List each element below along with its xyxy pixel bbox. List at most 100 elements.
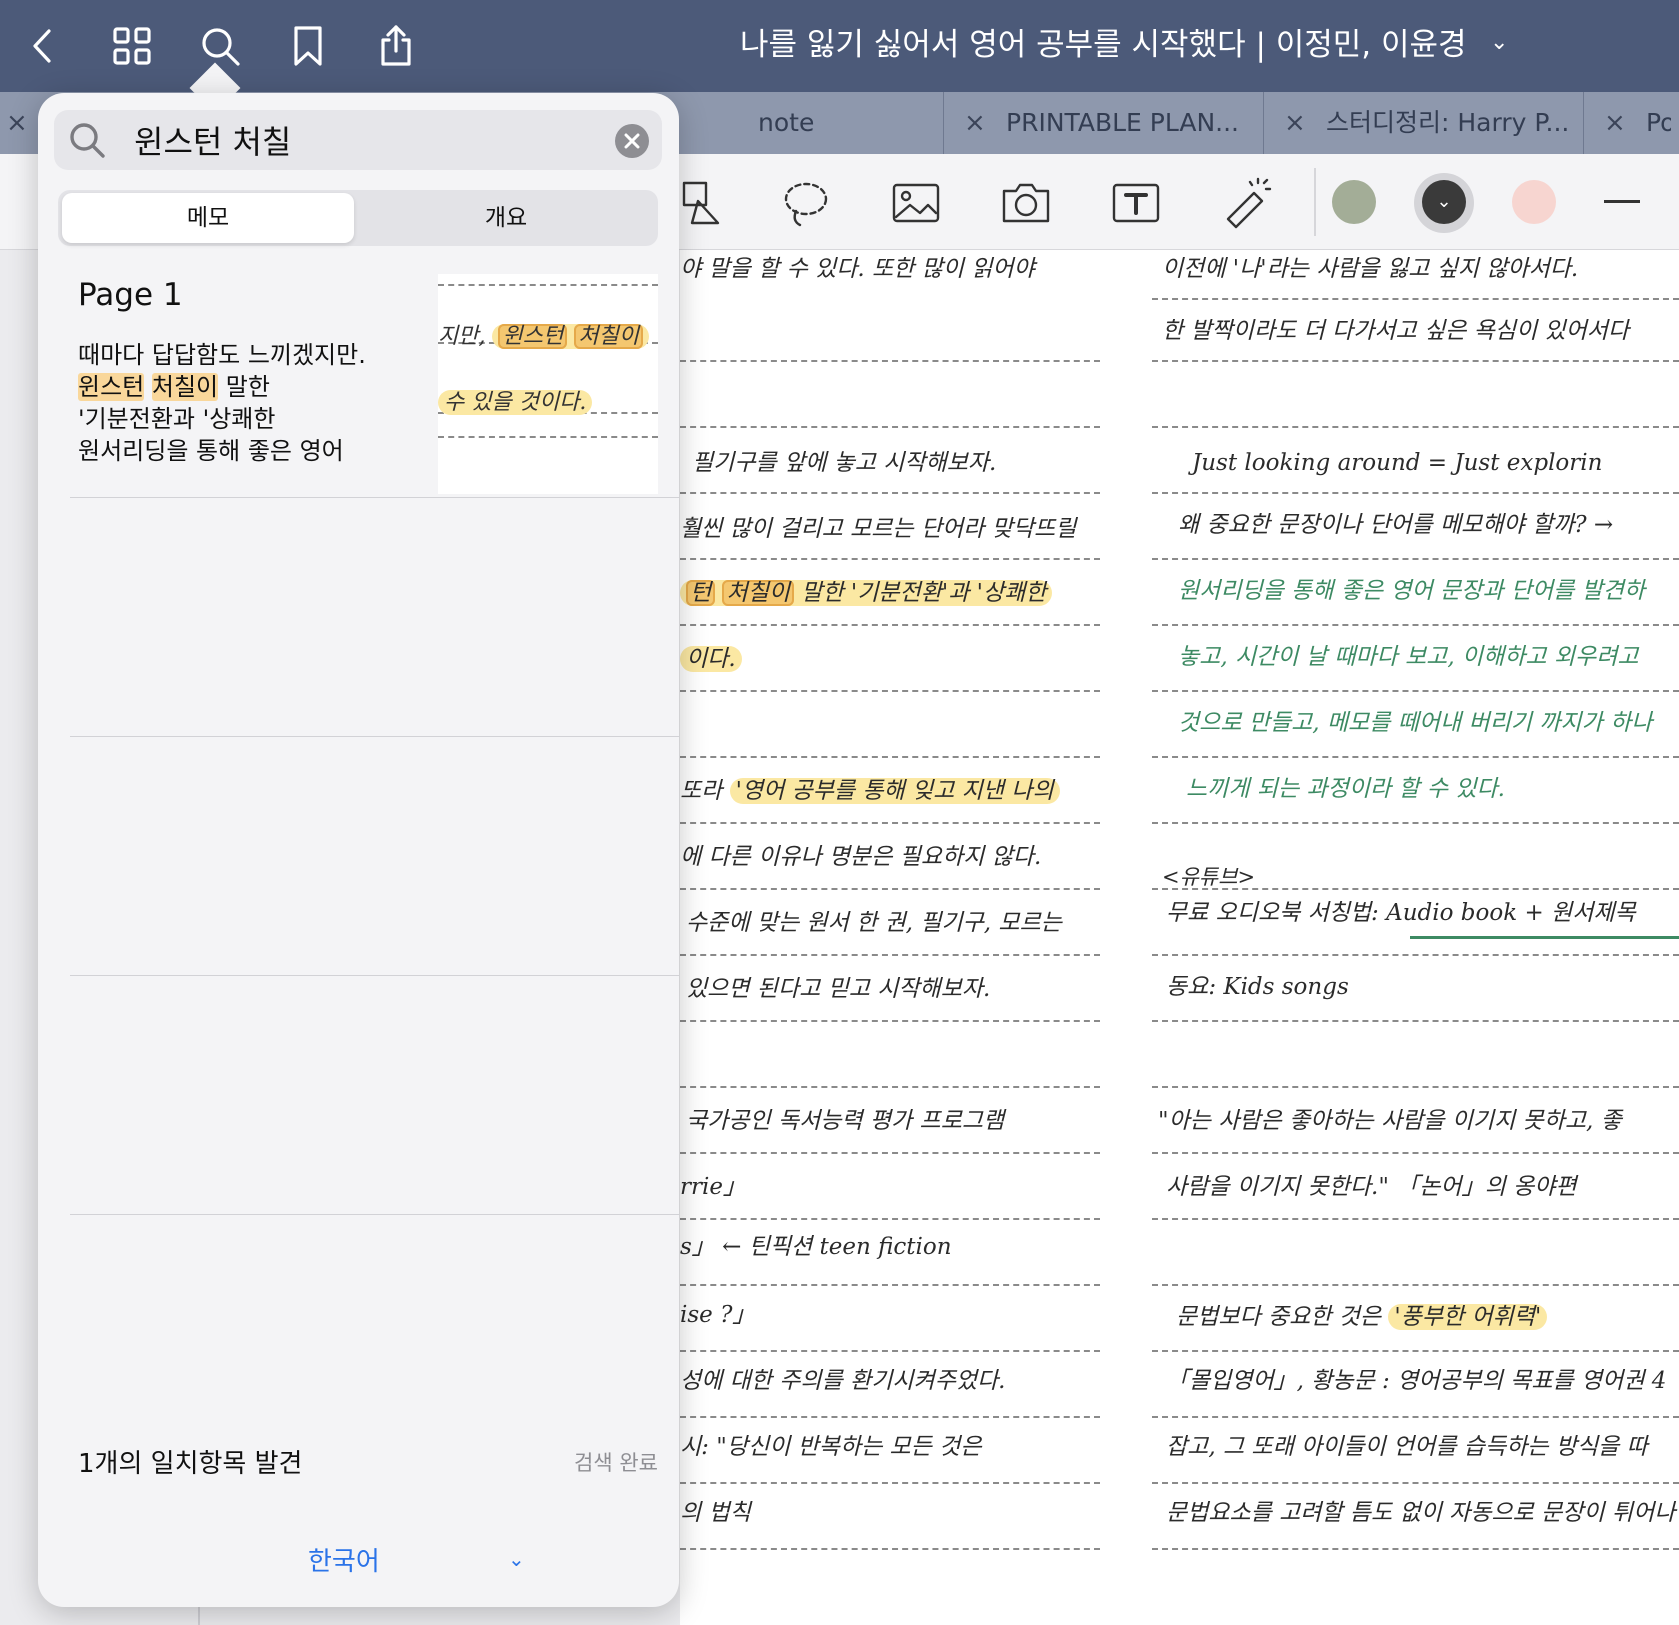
close-icon[interactable]: × — [1604, 92, 1626, 154]
tab-label: 스터디정리: Harry P... — [1326, 108, 1570, 137]
note-line: 왜 중요한 문장이나 단어를 메모해야 할까? → — [1178, 512, 1614, 538]
note-line: 시: "당신이 반복하는 모든 것은 — [680, 1434, 982, 1460]
note-line: 이전에 '나'라는 사람을 잃고 싶지 않아서다. — [1162, 256, 1579, 282]
note-line: 국가공인 독서능력 평가 프로그램 — [686, 1108, 1005, 1134]
snippet-line: 원서리딩을 통해 좋은 영어 — [78, 437, 344, 465]
camera-icon[interactable] — [994, 171, 1058, 235]
tab-printable-plan[interactable]: × PRINTABLE PLAN... — [943, 92, 1263, 154]
ruled-line — [1152, 1152, 1679, 1154]
back-icon[interactable] — [16, 18, 72, 74]
image-icon[interactable] — [884, 171, 948, 235]
ruled-line — [680, 1152, 1100, 1154]
note-text: 말한 '기분전환'과 '상쾌한 — [793, 580, 1047, 606]
note-line: 또라 '영어 공부를 통해 잊고 지낸 나의 — [680, 774, 1060, 808]
search-icon — [66, 119, 108, 161]
close-icon[interactable]: × — [6, 92, 28, 154]
highlight: 턴 — [686, 580, 716, 606]
ruled-line — [1152, 1218, 1679, 1220]
ruled-line — [1152, 298, 1679, 300]
ruled-line — [1152, 1482, 1679, 1484]
language-label: 한국어 — [308, 1547, 380, 1577]
note-line: rrie」 — [680, 1174, 746, 1200]
tab-label: note — [758, 108, 815, 137]
tab-por[interactable]: × Por — [1583, 92, 1679, 154]
snippet-line: 때마다 답답함도 느끼겠지만. — [78, 341, 366, 369]
ruled-line — [1152, 360, 1679, 362]
language-selector[interactable]: 한국어 ⌄ — [268, 1541, 578, 1581]
segmented-control: 메모 개요 — [58, 190, 658, 246]
text-box-icon[interactable] — [1104, 171, 1168, 235]
highlight: 윈스턴 — [498, 324, 568, 349]
tab-memo[interactable]: 메모 — [62, 193, 354, 243]
search-icon[interactable] — [192, 18, 248, 74]
grid-icon[interactable] — [104, 18, 160, 74]
thumb-line: 지만, 윈스턴 처칠이 — [438, 318, 649, 350]
color-swatch-sage[interactable] — [1332, 180, 1376, 224]
ruled-line — [680, 888, 1100, 890]
share-icon[interactable] — [368, 18, 424, 74]
tab-study-notes[interactable]: × 스터디정리: Harry P... — [1263, 92, 1583, 154]
result-page-title: Page 1 — [78, 277, 183, 313]
result-thumbnail: 지만, 윈스턴 처칠이 수 있을 것이다. — [438, 274, 658, 494]
ruled-line — [1152, 558, 1679, 560]
highlight: 처칠이 — [722, 580, 794, 606]
note-line: 「몰입영어」, 황농문 : 영어공부의 목표를 영어권 4 — [1166, 1368, 1667, 1394]
bookmark-icon[interactable] — [280, 18, 336, 74]
search-field[interactable] — [54, 110, 662, 170]
match-highlight: 윈스턴 — [78, 373, 145, 401]
note-line: 문법요소를 고려할 틈도 없이 자동으로 문장이 튀어나 — [1166, 1500, 1676, 1526]
color-swatch-black[interactable]: ⌄ — [1422, 180, 1466, 224]
document-title[interactable]: 나를 잃기 싫어서 영어 공부를 시작했다 | 이정민, 이윤경 — [740, 20, 1540, 70]
match-count: 1개의 일치항목 발견 — [78, 1449, 303, 1479]
separator — [70, 1214, 679, 1215]
laser-pointer-icon[interactable] — [1214, 171, 1278, 235]
note-line: 야 말을 할 수 있다. 또한 많이 읽어야 — [680, 256, 1035, 282]
ruled-line — [1152, 624, 1679, 626]
note-text: 문법보다 중요한 것은 — [1176, 1304, 1389, 1330]
notebook-page[interactable]: 야 말을 할 수 있다. 또한 많이 읽어야 필기구를 앞에 놓고 시작해보자.… — [680, 250, 1679, 1625]
ruled-line — [1152, 1284, 1679, 1286]
ruled-line — [1152, 1086, 1679, 1088]
search-result-item[interactable]: Page 1 때마다 답답함도 느끼겠지만. 윈스턴 처칠이 말한 '기분전환과… — [38, 253, 679, 515]
ruled-line — [680, 624, 1100, 626]
ruled-line — [1152, 1416, 1679, 1418]
ruled-line — [1152, 888, 1679, 890]
close-icon[interactable]: × — [964, 92, 986, 154]
color-swatch-pink[interactable] — [1512, 180, 1556, 224]
lasso-icon[interactable] — [774, 171, 838, 235]
snippet-text: 말한 — [218, 373, 270, 401]
ruled-line — [1152, 822, 1679, 824]
result-snippet: 때마다 답답함도 느끼겠지만. 윈스턴 처칠이 말한 '기분전환과 '상쾌한 원… — [78, 339, 418, 467]
note-line: 문법보다 중요한 것은 '풍부한 어휘력' — [1176, 1300, 1548, 1334]
note-line: s」 ← 틴픽션 teen fiction — [680, 1234, 952, 1260]
ruled-line — [1152, 1548, 1679, 1550]
note-line: 잡고, 그 또래 아이들이 언어를 습득하는 방식을 따 — [1166, 1434, 1648, 1460]
note-line: Just looking around = Just explorin — [1192, 450, 1603, 476]
note-line: 놓고, 시간이 날 때마다 보고, 이해하고 외우려고 — [1178, 644, 1639, 670]
note-line: 한 발짝이라도 더 다가서고 싶은 욕심이 있어서다 — [1162, 318, 1630, 344]
tab-outline[interactable]: 개요 — [360, 193, 652, 243]
tab-close-stub[interactable]: × — [0, 92, 40, 154]
note-line: 무료 오디오북 서칭법: Audio book + 원서제목 — [1166, 900, 1636, 926]
line-width-tool[interactable] — [1604, 200, 1640, 203]
note-line: 의 법칙 — [680, 1500, 751, 1526]
match-highlight: 처칠이 — [151, 373, 219, 401]
clear-icon[interactable] — [615, 124, 649, 158]
note-line: 턴 처칠이 말한 '기분전환'과 '상쾌한 — [680, 576, 1053, 610]
chevron-down-icon: ⌄ — [508, 1547, 525, 1571]
ruled-line — [1152, 426, 1679, 428]
note-line: 필기구를 앞에 놓고 시작해보자. — [692, 450, 997, 476]
ruled-line — [680, 1548, 1100, 1550]
highlight: '영어 공부를 통해 잊고 지낸 나의 — [729, 778, 1060, 804]
top-navigation-bar: 나를 잃기 싫어서 영어 공부를 시작했다 | 이정민, 이윤경 ⌄ — [0, 0, 1679, 92]
ruled-line — [680, 1350, 1100, 1352]
highlight: 처칠이 — [574, 324, 643, 349]
ruled-line — [1152, 492, 1679, 494]
tab-label: Por — [1646, 108, 1671, 137]
note-line: 동요: Kids songs — [1166, 974, 1349, 1000]
tab-note[interactable]: note — [678, 92, 943, 154]
ruled-line — [1152, 756, 1679, 758]
search-input[interactable] — [134, 114, 574, 166]
close-icon[interactable]: × — [1284, 92, 1306, 154]
chevron-down-icon[interactable]: ⌄ — [1490, 28, 1514, 58]
